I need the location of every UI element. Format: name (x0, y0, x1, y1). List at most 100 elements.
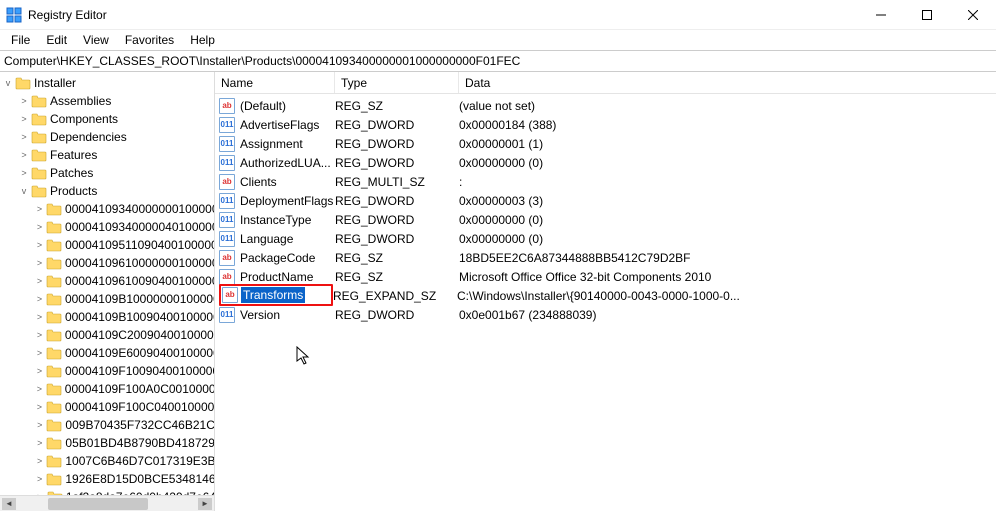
tree-item-installer[interactable]: vInstaller (0, 74, 214, 92)
value-name: ProductName (238, 269, 315, 285)
tree-item-product-key[interactable]: >1926E8D15D0BCE53481466 (0, 470, 214, 488)
tree-expander-icon[interactable]: > (34, 258, 45, 268)
tree-item-label: 00004109340000040100000C (65, 220, 214, 234)
column-header-data[interactable]: Data (459, 72, 996, 93)
list-row[interactable]: 011LanguageREG_DWORD0x00000000 (0) (215, 229, 996, 248)
tree-item-product-key[interactable]: >00004109F100C0400100000C (0, 398, 214, 416)
value-type: REG_DWORD (335, 213, 459, 227)
scroll-thumb[interactable] (48, 498, 148, 510)
tree-expander-icon[interactable]: > (18, 114, 30, 124)
tree-item-product-key[interactable]: >1007C6B46D7C017319E3B5 (0, 452, 214, 470)
value-type: REG_SZ (335, 251, 459, 265)
string-value-icon: ab (219, 269, 235, 285)
menu-help[interactable]: Help (183, 31, 222, 49)
menu-edit[interactable]: Edit (39, 31, 74, 49)
tree-item-product-key[interactable]: >00004109610090400100000C (0, 272, 214, 290)
tree-item-product-key[interactable]: >00004109F10090400100000C (0, 362, 214, 380)
tree-expander-icon[interactable]: > (34, 240, 45, 250)
list-row[interactable]: 011InstanceTypeREG_DWORD0x00000000 (0) (215, 210, 996, 229)
value-data: : (459, 175, 996, 189)
string-value-icon: ab (219, 250, 235, 266)
tree-expander-icon[interactable]: v (2, 78, 14, 88)
tree-item-product-key[interactable]: >00004109F100A0C00100000C (0, 380, 214, 398)
value-name: AdvertiseFlags (238, 117, 321, 133)
tree-item-assemblies[interactable]: > Assemblies (0, 92, 214, 110)
tree-expander-icon[interactable]: > (34, 330, 45, 340)
menu-favorites[interactable]: Favorites (118, 31, 181, 49)
menu-file[interactable]: File (4, 31, 37, 49)
tree-item-label: Assemblies (50, 94, 111, 108)
address-bar[interactable]: Computer\HKEY_CLASSES_ROOT\Installer\Pro… (0, 50, 996, 72)
scroll-track[interactable] (18, 498, 196, 510)
tree-item-product-key[interactable]: >00004109511090400100000C (0, 236, 214, 254)
list-row[interactable]: 011AssignmentREG_DWORD0x00000001 (1) (215, 134, 996, 153)
tree-expander-icon[interactable]: > (18, 168, 30, 178)
tree-item-product-key[interactable]: >00004109E60090400100000C (0, 344, 214, 362)
value-data: (value not set) (459, 99, 996, 113)
tree-item-product-key[interactable]: >00004109340000000100000C (0, 200, 214, 218)
tree-item-components[interactable]: >Components (0, 110, 214, 128)
tree-expander-icon[interactable]: > (34, 474, 45, 484)
minimize-button[interactable] (858, 0, 904, 29)
tree-pane[interactable]: vInstaller>Assemblies>Components>Depende… (0, 72, 215, 511)
folder-icon (31, 94, 47, 108)
column-header-type[interactable]: Type (335, 72, 459, 93)
scroll-right-arrow-icon[interactable]: ► (198, 498, 212, 510)
tree-expander-icon[interactable]: v (18, 186, 30, 196)
tree-item-product-key[interactable]: >00004109B10000000100000C (0, 290, 214, 308)
tree-item-label: Dependencies (50, 130, 127, 144)
tree-item-product-key[interactable]: >00004109C20090400100000C (0, 326, 214, 344)
list-row[interactable]: abClientsREG_MULTI_SZ: (215, 172, 996, 191)
tree-expander-icon[interactable]: > (18, 96, 30, 106)
tree-expander-icon[interactable]: > (34, 348, 45, 358)
list-row[interactable]: 011AdvertiseFlagsREG_DWORD0x00000184 (38… (215, 115, 996, 134)
value-data: 0x00000000 (0) (459, 213, 996, 227)
tree-item-patches[interactable]: >Patches (0, 164, 214, 182)
tree-expander-icon[interactable]: > (34, 294, 45, 304)
value-data: Microsoft Office Office 32-bit Component… (459, 270, 996, 284)
list-row[interactable]: 011DeploymentFlagsREG_DWORD0x00000003 (3… (215, 191, 996, 210)
folder-icon (46, 274, 62, 288)
tree-expander-icon[interactable]: > (34, 204, 45, 214)
folder-icon (31, 184, 47, 198)
tree-item-dependencies[interactable]: > Dependencies (0, 128, 214, 146)
tree-expander-icon[interactable]: > (18, 150, 30, 160)
tree-expander-icon[interactable]: > (34, 384, 45, 394)
tree-expander-icon[interactable]: > (34, 222, 45, 232)
tree-expander-icon[interactable]: > (18, 132, 30, 142)
tree-item-product-key[interactable]: >00004109B10090400100000C (0, 308, 214, 326)
tree-item-product-key[interactable]: >009B70435F732CC46B21C5 (0, 416, 214, 434)
tree-expander-icon[interactable]: > (34, 456, 45, 466)
tree-expander-icon[interactable]: > (34, 402, 45, 412)
list-row[interactable]: abPackageCodeREG_SZ18BD5EE2C6A87344888BB… (215, 248, 996, 267)
binary-value-icon: 011 (219, 212, 235, 228)
value-data: 0x00000001 (1) (459, 137, 996, 151)
tree-item-label: 00004109B10090400100000C (65, 310, 214, 324)
window-title: Registry Editor (28, 8, 107, 22)
close-button[interactable] (950, 0, 996, 29)
scroll-left-arrow-icon[interactable]: ◄ (2, 498, 16, 510)
value-data: C:\Windows\Installer\{90140000-0043-0000… (457, 289, 996, 303)
tree-item-products[interactable]: vProducts (0, 182, 214, 200)
tree-item-features[interactable]: >Features (0, 146, 214, 164)
tree-item-product-key[interactable]: >00004109610000000100000C (0, 254, 214, 272)
list-row[interactable]: abTransformsREG_EXPAND_SZC:\Windows\Inst… (215, 286, 996, 305)
column-header-name[interactable]: Name (215, 72, 335, 93)
list-pane[interactable]: Name Type Data ab(Default)REG_SZ(value n… (215, 72, 996, 511)
list-row[interactable]: ab(Default)REG_SZ(value not set) (215, 96, 996, 115)
tree-item-product-key[interactable]: >00004109340000040100000C (0, 218, 214, 236)
maximize-button[interactable] (904, 0, 950, 29)
value-type: REG_DWORD (335, 194, 459, 208)
tree-expander-icon[interactable]: > (34, 438, 45, 448)
tree-expander-icon[interactable]: > (34, 276, 45, 286)
tree-hscrollbar[interactable]: ◄ ► (0, 495, 214, 511)
binary-value-icon: 011 (219, 155, 235, 171)
tree-item-product-key[interactable]: >05B01BD4B8790BD4187297 (0, 434, 214, 452)
tree-expander-icon[interactable]: > (34, 312, 45, 322)
tree-item-label: 00004109F100A0C00100000C (65, 382, 214, 396)
list-row[interactable]: 011VersionREG_DWORD0x0e001b67 (234888039… (215, 305, 996, 324)
list-row[interactable]: 011AuthorizedLUA...REG_DWORD0x00000000 (… (215, 153, 996, 172)
tree-expander-icon[interactable]: > (34, 366, 45, 376)
menu-view[interactable]: View (76, 31, 116, 49)
tree-expander-icon[interactable]: > (34, 420, 45, 430)
